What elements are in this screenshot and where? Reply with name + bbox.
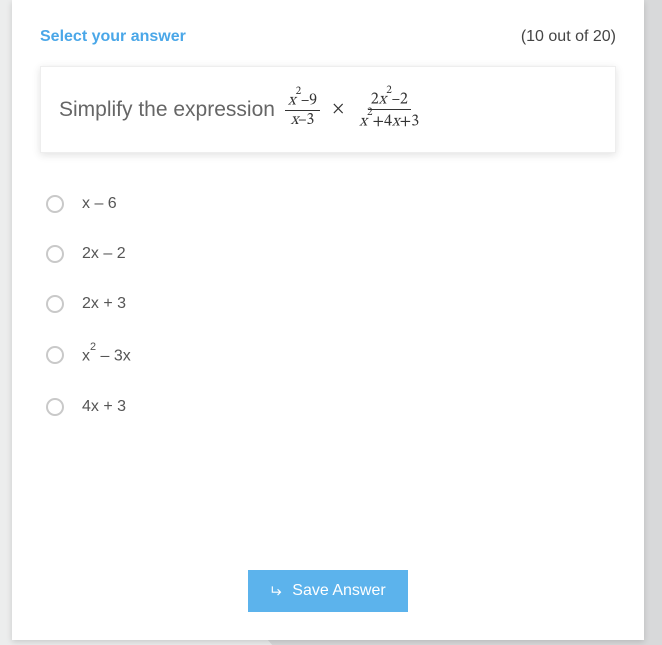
radio-icon bbox=[46, 346, 64, 364]
fraction-1: x2–9 x–3 bbox=[285, 90, 320, 129]
option-1-label: x – 6 bbox=[82, 195, 117, 213]
fraction-1-denominator: x–3 bbox=[288, 111, 318, 129]
fraction-2: 2x2–2 x2+4x+3 bbox=[356, 89, 422, 130]
option-2-label: 2x – 2 bbox=[82, 245, 126, 263]
page: Select your answer (10 out of 20) Simpli… bbox=[0, 0, 662, 645]
radio-icon bbox=[46, 195, 64, 213]
option-4[interactable]: x2 – 3x bbox=[46, 329, 616, 381]
option-1[interactable]: x – 6 bbox=[46, 179, 616, 229]
option-2[interactable]: 2x – 2 bbox=[46, 229, 616, 279]
option-4-label: x2 – 3x bbox=[82, 345, 131, 365]
save-answer-label: Save Answer bbox=[292, 582, 385, 600]
times-symbol: × bbox=[330, 99, 346, 120]
radio-icon bbox=[46, 398, 64, 416]
radio-icon bbox=[46, 245, 64, 263]
quiz-card: Select your answer (10 out of 20) Simpli… bbox=[12, 0, 644, 640]
save-answer-button[interactable]: Save Answer bbox=[248, 570, 407, 612]
option-5-label: 4x + 3 bbox=[82, 398, 126, 416]
question-box: Simplify the expression x2–9 x–3 × 2x2–2… bbox=[40, 66, 616, 153]
progress-label: (10 out of 20) bbox=[521, 28, 616, 46]
math-expression: x2–9 x–3 × 2x2–2 x2+4x+3 bbox=[285, 89, 422, 130]
question-prompt: Simplify the expression bbox=[59, 98, 275, 122]
select-your-answer-label: Select your answer bbox=[40, 28, 186, 46]
option-5[interactable]: 4x + 3 bbox=[46, 382, 616, 432]
option-3-label: 2x + 3 bbox=[82, 295, 126, 313]
fraction-1-numerator: x2–9 bbox=[285, 90, 320, 111]
option-3[interactable]: 2x + 3 bbox=[46, 279, 616, 329]
footer: Save Answer bbox=[12, 570, 644, 612]
options-list: x – 6 2x – 2 2x + 3 x2 – 3x 4x + 3 bbox=[40, 179, 616, 431]
radio-icon bbox=[46, 295, 64, 313]
return-arrow-icon bbox=[270, 584, 284, 598]
fraction-2-denominator: x2+4x+3 bbox=[356, 110, 422, 130]
header-row: Select your answer (10 out of 20) bbox=[40, 28, 616, 46]
fraction-2-numerator: 2x2–2 bbox=[368, 89, 411, 110]
